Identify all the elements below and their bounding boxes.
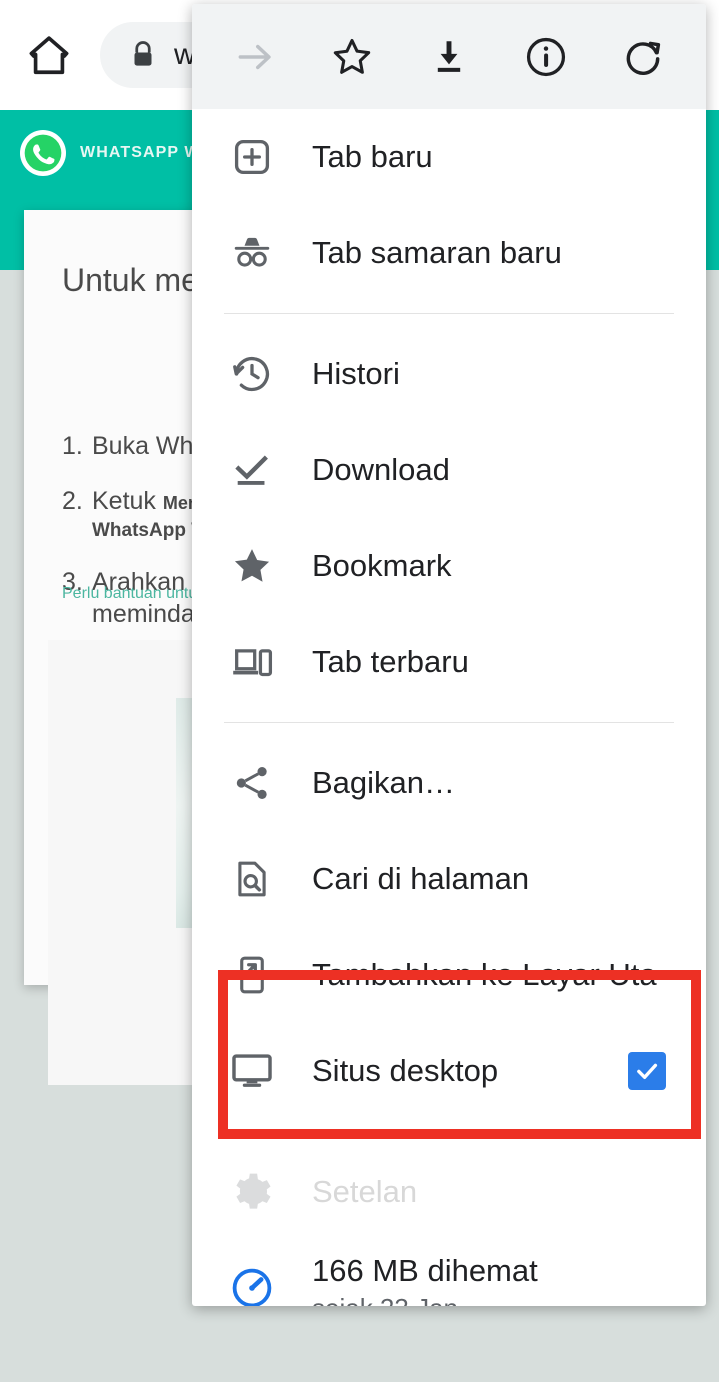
- reload-icon[interactable]: [612, 26, 674, 88]
- menu-item-label: Tambahkan ke Layar Uta: [312, 957, 657, 992]
- history-icon: [224, 352, 280, 396]
- menu-divider: [224, 313, 674, 314]
- menu-item-label: Cari di halaman: [312, 861, 530, 896]
- desktop-monitor-icon: [224, 1048, 280, 1094]
- share-icon: [224, 761, 280, 805]
- recent-tabs-icon: [224, 639, 280, 685]
- menu-item-label: Bookmark: [312, 548, 452, 583]
- incognito-icon: [224, 230, 280, 276]
- star-filled-icon: [224, 543, 280, 589]
- menu-item-find-in-page[interactable]: Cari di halaman: [192, 831, 706, 927]
- desktop-site-checkbox[interactable]: [628, 1052, 666, 1090]
- gear-icon: [224, 1170, 280, 1214]
- menu-item-label: Tab terbaru: [312, 644, 469, 679]
- menu-item-label: Situs desktop: [312, 1053, 499, 1088]
- screen: w WHATSAPP WEB Untuk menggu komputer And…: [0, 0, 719, 1382]
- menu-item-label: Download: [312, 452, 450, 487]
- menu-item-share[interactable]: Bagikan…: [192, 735, 706, 831]
- menu-item-label: Histori: [312, 356, 400, 391]
- menu-divider: [224, 1131, 674, 1132]
- menu-item-sublabel: sejak 23 Jan: [312, 1293, 538, 1307]
- step-number: 2.: [62, 486, 83, 515]
- download-icon[interactable]: [418, 26, 480, 88]
- menu-item-new-tab[interactable]: Tab baru: [192, 109, 706, 205]
- home-icon[interactable]: [22, 28, 76, 82]
- menu-item-new-incognito-tab[interactable]: Tab samaran baru: [192, 205, 706, 301]
- menu-item-label: Setelan: [312, 1174, 418, 1209]
- chrome-overflow-menu: Tab baru Tab samaran baru Histori Downlo…: [192, 4, 706, 1306]
- menu-item-label: Bagikan…: [312, 765, 456, 800]
- menu-item-desktop-site[interactable]: Situs desktop: [192, 1023, 706, 1119]
- step-text: Ketuk: [92, 486, 163, 515]
- step-number: 1.: [62, 432, 83, 460]
- downloads-check-icon: [224, 448, 280, 492]
- menu-item-history[interactable]: Histori: [192, 326, 706, 422]
- menu-item-label: Tab samaran baru: [312, 235, 562, 270]
- data-saver-text: 166 MB dihemat sejak 23 Jan: [312, 1253, 538, 1307]
- lock-icon: [128, 40, 158, 70]
- menu-item-bookmarks[interactable]: Bookmark: [192, 518, 706, 614]
- menu-toolbar: [192, 4, 706, 109]
- menu-item-label: Tab baru: [312, 139, 433, 174]
- menu-item-settings[interactable]: Setelan: [192, 1144, 706, 1240]
- add-to-home-screen-icon: [224, 953, 280, 997]
- whatsapp-logo-icon: [20, 130, 66, 176]
- forward-arrow-icon[interactable]: [224, 26, 286, 88]
- info-icon[interactable]: [515, 26, 577, 88]
- menu-item-add-to-home-screen[interactable]: Tambahkan ke Layar Uta: [192, 927, 706, 1023]
- find-in-page-icon: [224, 857, 280, 901]
- menu-item-data-saver[interactable]: 166 MB dihemat sejak 23 Jan: [192, 1240, 706, 1306]
- menu-item-downloads[interactable]: Download: [192, 422, 706, 518]
- menu-item-label: 166 MB dihemat: [312, 1252, 538, 1288]
- menu-divider: [224, 722, 674, 723]
- new-tab-icon: [224, 135, 280, 179]
- speedometer-icon: [224, 1264, 280, 1306]
- star-icon[interactable]: [321, 26, 383, 88]
- menu-item-recent-tabs[interactable]: Tab terbaru: [192, 614, 706, 710]
